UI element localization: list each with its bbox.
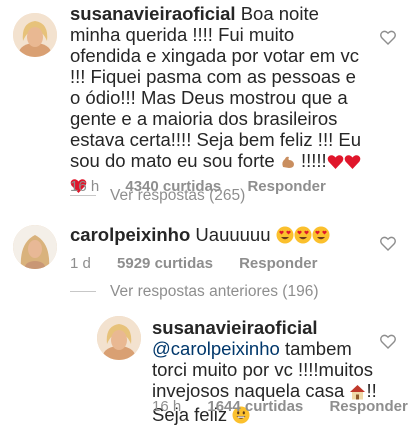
- comment-body-end: !!!!!: [300, 150, 327, 171]
- red-heart-icon: [327, 153, 344, 174]
- view-previous-label: Ver respostas anteriores (196): [110, 283, 319, 300]
- divider-line: [70, 195, 96, 197]
- comment-likes[interactable]: 1644 curtidas: [207, 398, 303, 415]
- comment-time: 1 d: [70, 255, 91, 272]
- reply-button[interactable]: Responder: [239, 255, 317, 272]
- comment-username[interactable]: susanavieiraoficial: [152, 317, 318, 338]
- comment-meta: 1 d 5929 curtidas Responder: [70, 255, 339, 272]
- view-previous-replies-link[interactable]: Ver respostas anteriores (196): [70, 283, 319, 301]
- avatar[interactable]: [13, 13, 57, 57]
- mention-link[interactable]: @carolpeixinho: [152, 338, 280, 359]
- like-heart-icon[interactable]: [380, 236, 396, 251]
- heart-eyes-icon: [294, 226, 312, 248]
- comment-username[interactable]: susanavieiraoficial: [70, 3, 236, 24]
- comment-likes[interactable]: 5929 curtidas: [117, 255, 213, 272]
- comment-text: carolpeixinho Uauuuuu: [70, 224, 370, 248]
- heart-eyes-icon: [276, 226, 294, 248]
- comment-body: Boa noite minha querida !!!! Fui muito o…: [70, 3, 361, 171]
- flexed-biceps-icon: [280, 153, 296, 174]
- comment-meta: 16 h 1644 curtidas Responder: [152, 398, 413, 415]
- avatar[interactable]: [13, 225, 57, 269]
- reply-button[interactable]: Responder: [329, 398, 407, 415]
- comment-username[interactable]: carolpeixinho: [70, 224, 190, 245]
- comment-time: 16 h: [152, 398, 182, 415]
- view-replies-label: Ver respostas (265): [110, 187, 246, 204]
- red-heart-icon: [344, 153, 361, 174]
- reply-button[interactable]: Responder: [247, 178, 325, 195]
- view-replies-link[interactable]: Ver respostas (265): [70, 187, 245, 205]
- like-heart-icon[interactable]: [380, 334, 396, 349]
- comment-text: susanavieiraoficial Boa noite minha quer…: [70, 3, 370, 198]
- comment-body: Uauuuuu: [195, 224, 271, 245]
- heart-eyes-icon: [312, 226, 330, 248]
- divider-line: [70, 291, 96, 293]
- avatar[interactable]: [97, 316, 141, 360]
- like-heart-icon[interactable]: [380, 30, 396, 45]
